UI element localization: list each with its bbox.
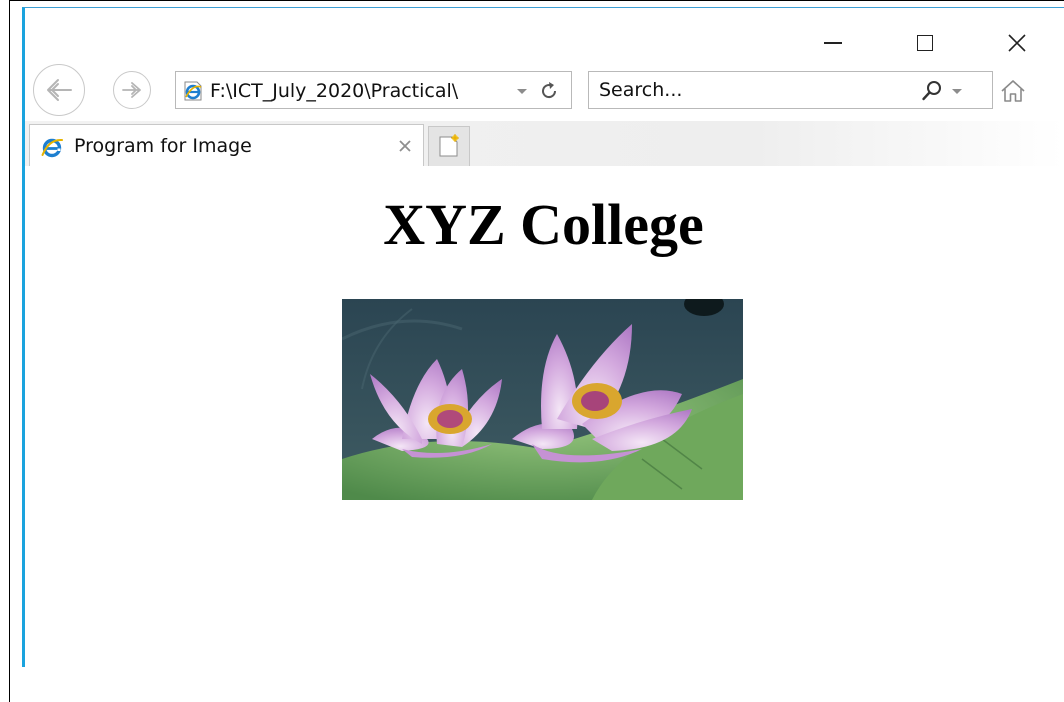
new-tab-icon [439, 134, 459, 157]
page-heading: XYZ College [383, 192, 704, 257]
tab-program-for-image[interactable]: Program for Image [29, 124, 424, 166]
search-icon[interactable] [921, 80, 943, 102]
browser-window: F:\ICT_July_2020\Practical\ Search... Pr… [22, 7, 1064, 667]
ie-logo-icon [184, 81, 202, 101]
minimize-icon [824, 42, 842, 44]
address-bar[interactable]: F:\ICT_July_2020\Practical\ [175, 71, 572, 109]
new-tab-button[interactable] [428, 126, 470, 166]
home-icon[interactable] [1000, 78, 1026, 104]
frame-top-border [9, 0, 1064, 1]
forward-arrow-icon [122, 82, 141, 98]
search-box[interactable] [588, 71, 993, 109]
address-text[interactable]: F:\ICT_July_2020\Practical\ [210, 80, 510, 102]
maximize-button[interactable] [905, 28, 945, 58]
frame-left-border [9, 0, 10, 702]
minimize-button[interactable] [813, 28, 853, 58]
tab-close-icon[interactable] [396, 137, 414, 155]
maximize-icon [917, 35, 933, 51]
close-icon [1008, 34, 1026, 52]
tab-title: Program for Image [74, 135, 252, 157]
page-content: XYZ College [25, 166, 1064, 666]
forward-button[interactable] [113, 71, 151, 109]
search-input[interactable] [599, 78, 899, 102]
title-bar [25, 8, 1064, 63]
back-arrow-icon [47, 79, 72, 101]
search-dropdown-icon[interactable] [951, 86, 963, 96]
back-button[interactable] [33, 64, 85, 116]
refresh-icon[interactable] [538, 80, 560, 102]
address-dropdown-icon[interactable] [516, 86, 528, 96]
ie-logo-icon [41, 138, 63, 158]
lotus-image [342, 299, 743, 500]
tab-strip: Program for Image [25, 121, 1064, 166]
close-button[interactable] [997, 28, 1037, 58]
